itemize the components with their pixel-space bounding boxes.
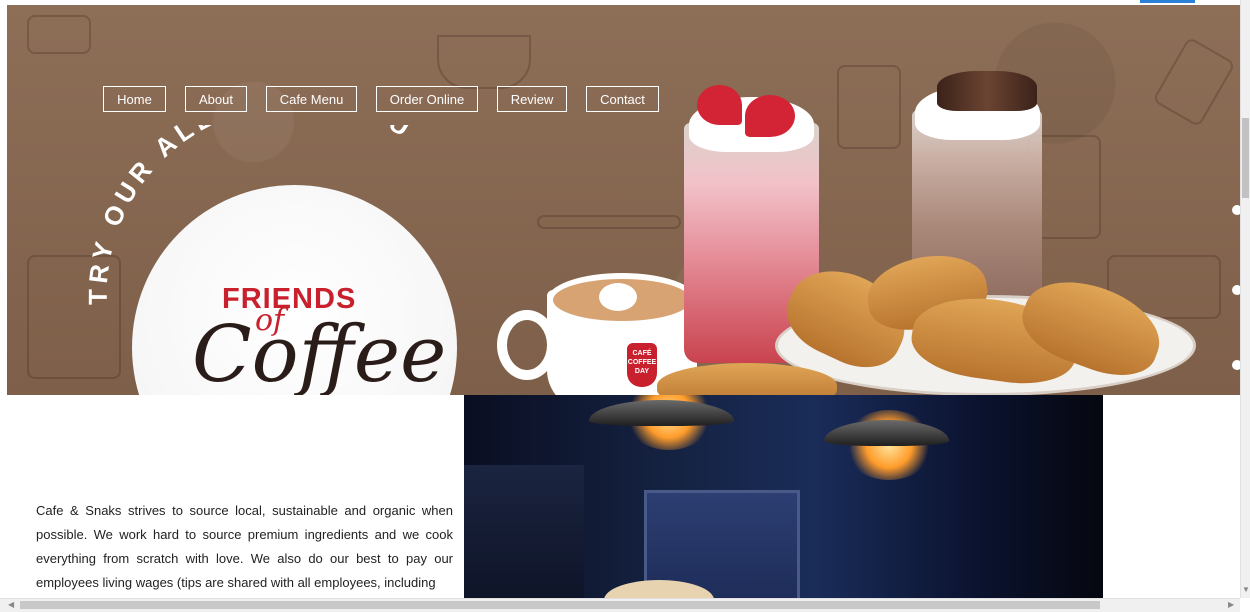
carousel-dot[interactable] [1232, 205, 1240, 215]
chocolate-topping [937, 71, 1037, 111]
scroll-left-arrow[interactable]: ◀ [8, 600, 14, 609]
about-paragraph: Cafe & Snaks strives to source local, su… [36, 503, 453, 590]
browser-accent-bar [1140, 0, 1195, 3]
strawberry-topping [697, 85, 742, 125]
brand-name-coffee: Coffee [192, 310, 447, 395]
pendant-lamp [824, 420, 949, 446]
shelf-area [464, 465, 584, 611]
tagline-text: TRY OUR ALL-NEW MENU [83, 125, 415, 305]
scroll-down-arrow[interactable]: ▼ [1242, 585, 1250, 594]
strawberry-topping [745, 95, 795, 137]
vertical-scroll-thumb[interactable] [1242, 118, 1249, 198]
svg-text:TRY OUR ALL-NEW MENU: TRY OUR ALL-NEW MENU [83, 125, 420, 305]
carousel-dot[interactable] [1232, 360, 1240, 370]
sketch-doodle [537, 215, 681, 229]
nav-cafe-menu[interactable]: Cafe Menu [266, 86, 357, 112]
nav-about[interactable]: About [185, 86, 247, 112]
cafe-interior-photo [464, 395, 1103, 611]
nav-home[interactable]: Home [103, 86, 166, 112]
pendant-lamp [589, 400, 734, 426]
sketch-doodle [27, 15, 91, 54]
sketch-doodle [437, 35, 531, 89]
nav-contact[interactable]: Contact [586, 86, 659, 112]
nav-review[interactable]: Review [497, 86, 567, 112]
horizontal-scroll-thumb[interactable] [20, 601, 1100, 609]
vertical-scrollbar[interactable] [1240, 0, 1250, 598]
sketch-doodle [837, 65, 901, 149]
hero-banner: TRY OUR ALL-NEW MENU FRIENDS Coffee of C… [7, 5, 1240, 395]
cafe-coffee-day-logo: CAFÉ COFFEE DAY [627, 343, 657, 387]
carousel-dot[interactable] [1232, 285, 1240, 295]
scroll-right-arrow[interactable]: ▶ [1228, 600, 1234, 609]
latte-art-heart [599, 283, 637, 311]
brand-name-of: of [255, 303, 285, 338]
nav-order-online[interactable]: Order Online [376, 86, 478, 112]
